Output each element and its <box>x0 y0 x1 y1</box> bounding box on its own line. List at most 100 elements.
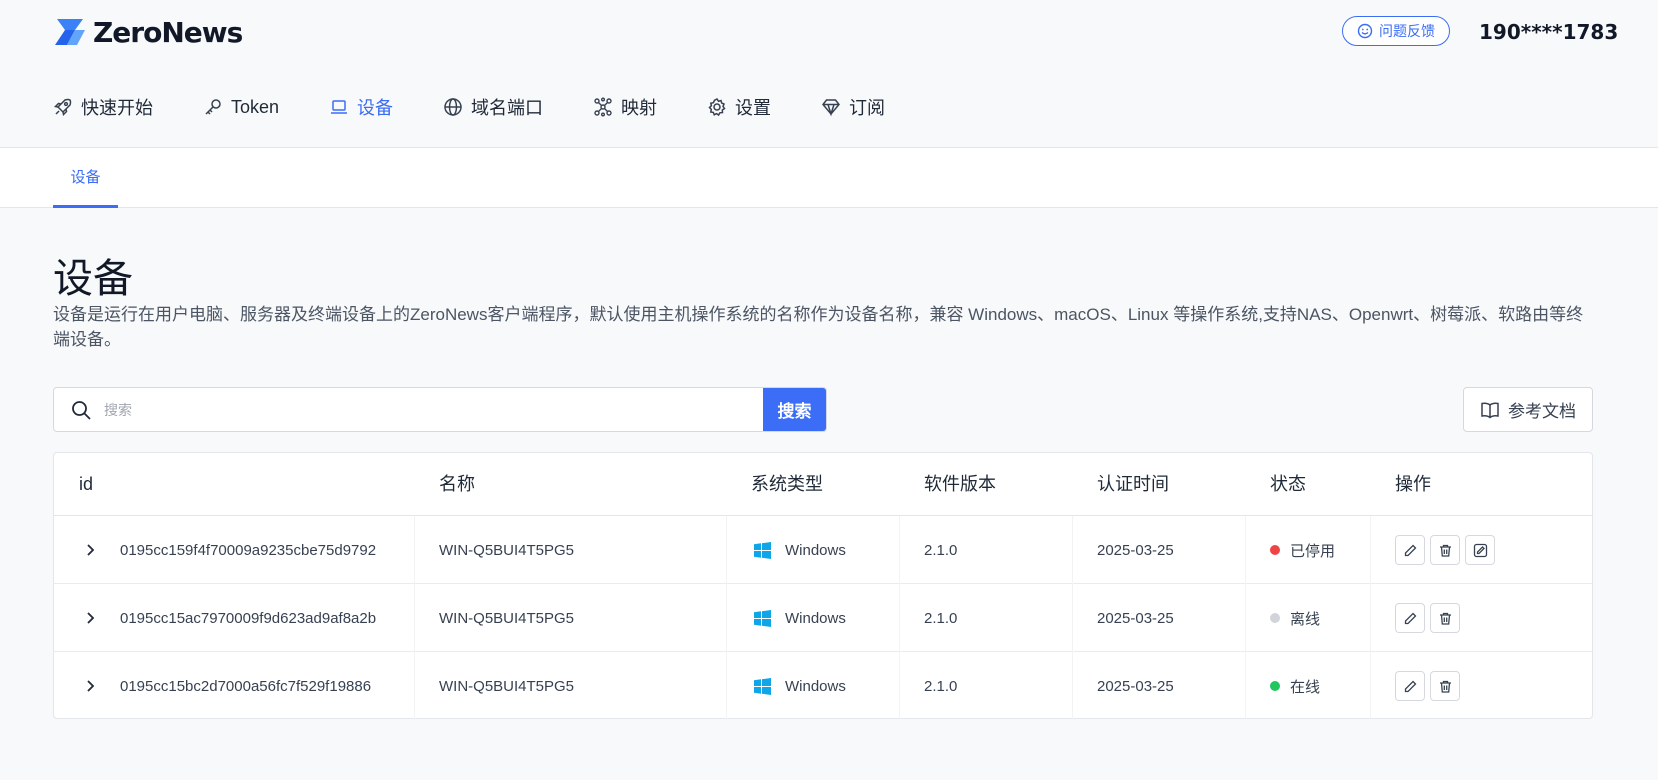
status-dot-disabled <box>1270 545 1280 555</box>
os-label: Windows <box>785 541 846 559</box>
tab-devices[interactable]: 设备 <box>53 148 118 208</box>
column-header-actions: 操作 <box>1395 474 1431 494</box>
device-id: 0195cc159f4f70009a9235cbe75d9792 <box>120 541 377 559</box>
nav-item-subscription[interactable]: 订阅 <box>821 90 885 124</box>
os-type: Windows <box>754 584 846 652</box>
nav-item-label: Token <box>231 96 280 117</box>
auth-time: 2025-03-25 <box>1097 541 1174 559</box>
os-type: Windows <box>754 652 846 720</box>
auth-time: 2025-03-25 <box>1097 677 1174 695</box>
status-label: 离线 <box>1290 610 1321 628</box>
column-header-name[interactable]: 名称 <box>439 453 475 516</box>
delete-button[interactable] <box>1430 671 1460 701</box>
windows-icon <box>754 541 771 559</box>
status-dot-offline <box>1270 613 1280 623</box>
nav-item-label: 设置 <box>735 98 772 118</box>
column-header-id[interactable]: id <box>79 453 93 516</box>
smiley-icon <box>1357 23 1373 39</box>
column-header-auth-time[interactable]: 认证时间 <box>1097 453 1169 516</box>
brand-name: ZeroNews <box>93 15 243 49</box>
os-label: Windows <box>785 677 846 695</box>
column-header-version[interactable]: 软件版本 <box>924 453 996 516</box>
software-version: 2.1.0 <box>924 609 958 627</box>
table-row[interactable]: 0195cc15bc2d7000a56fc7f529f19886 WIN-Q5B… <box>54 652 1592 720</box>
edit-button[interactable] <box>1395 603 1425 633</box>
nav-item-settings[interactable]: 设置 <box>707 90 771 124</box>
trash-icon <box>1439 544 1451 557</box>
device-id: 0195cc15bc2d7000a56fc7f529f19886 <box>120 677 372 695</box>
table-header: id 名称 系统类型 软件版本 认证时间 状态 操作 <box>54 453 1592 516</box>
edit-icon <box>1404 544 1416 556</box>
row-actions <box>1395 516 1500 584</box>
feedback-label: 问题反馈 <box>1379 23 1435 39</box>
chevron-right-icon <box>87 612 95 624</box>
software-version: 2.1.0 <box>924 541 958 559</box>
enable-icon <box>1473 543 1487 557</box>
key-icon <box>205 99 221 115</box>
page-description: 设备是运行在用户电脑、服务器及终端设备上的ZeroNews客户端程序，默认使用主… <box>53 305 1584 349</box>
search-button[interactable]: 搜索 <box>763 388 826 431</box>
nav-item-label: 域名端口 <box>471 98 544 118</box>
expand-row-button[interactable] <box>79 652 101 720</box>
brand-logo[interactable]: ZeroNews <box>53 14 243 50</box>
status-label: 已停用 <box>1290 542 1336 560</box>
status-dot-online <box>1270 681 1280 691</box>
delete-button[interactable] <box>1430 535 1460 565</box>
edit-icon <box>1404 680 1416 692</box>
status-badge: 在线 <box>1270 652 1320 720</box>
diamond-icon <box>822 99 841 117</box>
expand-row-button[interactable] <box>79 516 101 584</box>
reference-docs-button[interactable]: 参考文档 <box>1463 387 1593 432</box>
nav-item-domain-ports[interactable]: 域名端口 <box>443 90 543 124</box>
table-row[interactable]: 0195cc159f4f70009a9235cbe75d9792 WIN-Q5B… <box>54 516 1592 584</box>
expand-row-button[interactable] <box>79 584 101 652</box>
trash-icon <box>1439 680 1451 693</box>
software-version: 2.1.0 <box>924 677 958 695</box>
auth-time: 2025-03-25 <box>1097 609 1174 627</box>
device-id: 0195cc15ac7970009f9d623ad9af8a2b <box>120 609 377 627</box>
user-account[interactable]: 190****1783 <box>1479 18 1618 46</box>
devices-table: id 名称 系统类型 软件版本 认证时间 状态 操作 0195cc159f4f7… <box>53 452 1593 720</box>
rocket-icon <box>53 98 72 117</box>
status-badge: 离线 <box>1270 584 1320 652</box>
nav-item-quick-start[interactable]: 快速开始 <box>53 90 153 124</box>
nav-item-label: 快速开始 <box>81 98 153 118</box>
status-label: 在线 <box>1290 678 1321 696</box>
status-badge: 已停用 <box>1270 516 1335 584</box>
laptop-icon <box>331 100 348 114</box>
edit-button[interactable] <box>1395 671 1425 701</box>
device-name: WIN-Q5BUI4T5PG5 <box>439 677 575 695</box>
main-nav: 快速开始 Token 设备 域名端口 映射 设置 订阅 <box>53 90 935 124</box>
reference-docs-label: 参考文档 <box>1508 402 1576 421</box>
device-name: WIN-Q5BUI4T5PG5 <box>439 609 575 627</box>
windows-icon <box>754 609 771 627</box>
delete-button[interactable] <box>1430 603 1460 633</box>
nav-item-label: 设备 <box>357 98 394 118</box>
column-header-os[interactable]: 系统类型 <box>751 453 823 516</box>
row-actions <box>1395 584 1465 652</box>
enable-device-button[interactable] <box>1465 535 1495 565</box>
nav-item-token[interactable]: Token <box>203 90 279 124</box>
nav-item-mapping[interactable]: 映射 <box>593 90 657 124</box>
search-bar: 搜索 <box>53 387 827 432</box>
feedback-button[interactable]: 问题反馈 <box>1342 16 1450 46</box>
nav-item-devices[interactable]: 设备 <box>329 90 393 124</box>
nav-item-label: 映射 <box>621 98 658 118</box>
zeronews-lightning-icon <box>55 19 85 45</box>
book-icon <box>1481 402 1499 418</box>
top-header: ZeroNews 问题反馈 190****1783 快速开始 Token 设备 … <box>0 0 1658 148</box>
column-header-status[interactable]: 状态 <box>1270 453 1306 516</box>
search-input[interactable] <box>104 388 763 431</box>
network-icon <box>594 97 612 117</box>
edit-icon <box>1404 612 1416 624</box>
device-name: WIN-Q5BUI4T5PG5 <box>439 541 575 559</box>
globe-icon <box>444 98 462 116</box>
edit-button[interactable] <box>1395 535 1425 565</box>
sub-tab-bar: 设备 <box>0 148 1658 208</box>
gear-icon <box>708 98 726 117</box>
table-row[interactable]: 0195cc15ac7970009f9d623ad9af8a2b WIN-Q5B… <box>54 584 1592 652</box>
windows-icon <box>754 677 771 695</box>
os-type: Windows <box>754 516 846 584</box>
chevron-right-icon <box>87 680 95 692</box>
chevron-right-icon <box>87 544 95 556</box>
